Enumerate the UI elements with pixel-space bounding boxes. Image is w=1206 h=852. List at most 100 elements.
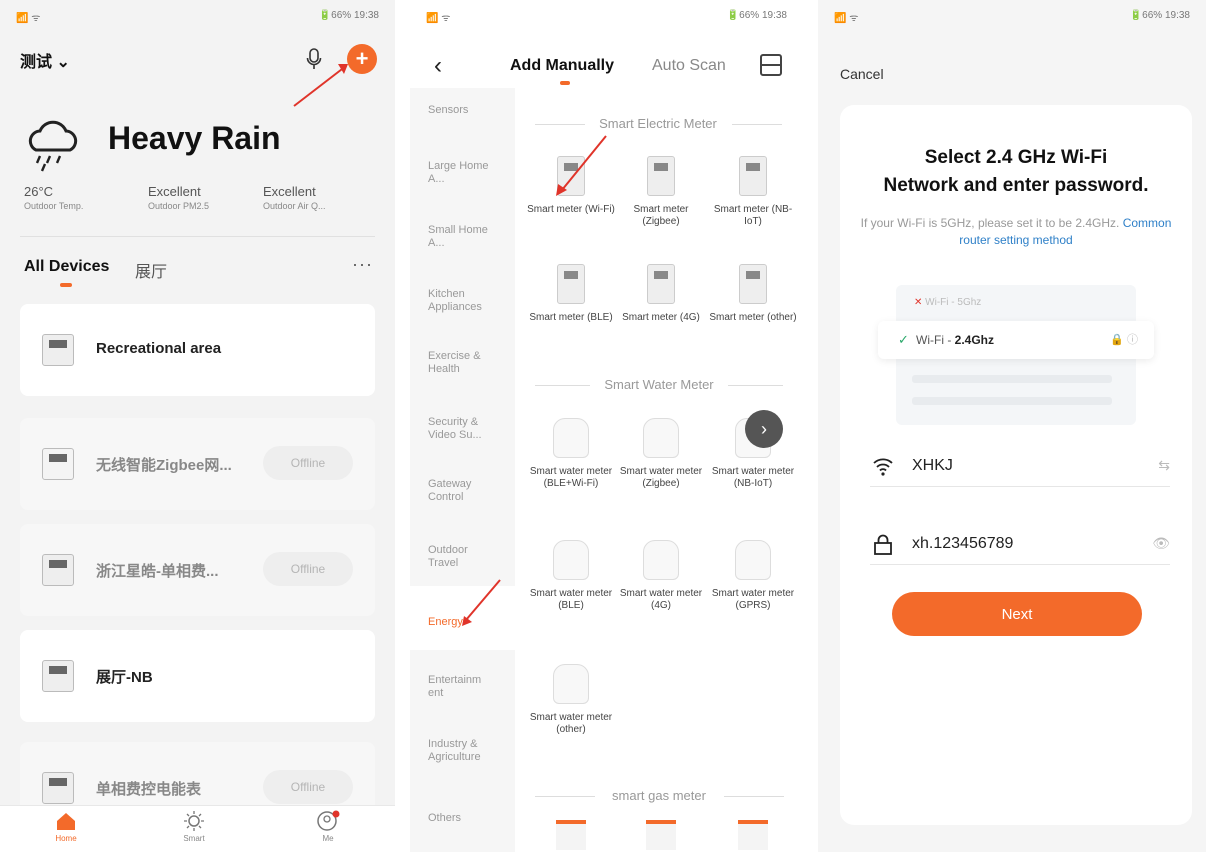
- nav-home[interactable]: Home: [36, 810, 96, 843]
- tab-showroom[interactable]: 展厅: [135, 258, 167, 282]
- product-label: Smart meter (NB-IoT): [713, 204, 793, 227]
- status-right: 🔋66% 19:38: [726, 10, 787, 21]
- home-name: 测试: [20, 54, 53, 71]
- water-meter-icon: [553, 418, 589, 458]
- wifi-password-field[interactable]: xh.123456789 👁: [870, 525, 1170, 565]
- wifi-24g-label: 2.4Ghz: [954, 333, 995, 347]
- offline-badge: Offline: [263, 770, 353, 804]
- next-arrow-button[interactable]: ›: [745, 410, 783, 448]
- nav-label: Me: [322, 834, 334, 843]
- nav-label: Home: [55, 834, 77, 843]
- meter-icon: [739, 264, 767, 304]
- product-item[interactable]: Smart water meter (GPRS): [708, 540, 798, 612]
- title-line-2: Network and enter password.: [883, 175, 1149, 196]
- category-large-home[interactable]: Large Home A...: [428, 160, 498, 186]
- placeholder-bar: [912, 397, 1112, 405]
- bottom-nav: Home Smart Me: [0, 805, 395, 852]
- category-exercise[interactable]: Exercise & Health: [428, 350, 498, 376]
- status-left: 📶 ᯤ: [834, 13, 859, 24]
- switch-network-icon[interactable]: ⇆: [1158, 457, 1170, 474]
- device-card[interactable]: 浙江星皓-单相费... Offline: [20, 524, 375, 616]
- more-options-icon[interactable]: ···: [352, 254, 373, 275]
- status-right: 🔋66% 19:38: [318, 10, 379, 21]
- divider: [535, 796, 595, 797]
- annotation-arrow: [293, 64, 348, 107]
- water-meter-icon: [553, 540, 589, 580]
- ssid-value: XHKJ: [912, 457, 953, 474]
- wifi-panel: Select 2.4 GHz Wi-Fi Network and enter p…: [840, 105, 1192, 825]
- wifi-lock-info-icon: 🔒 ⓘ: [1110, 334, 1138, 346]
- scan-qr-icon[interactable]: [760, 54, 782, 76]
- annotation-arrow: [556, 135, 607, 196]
- tab-indicator: [60, 283, 72, 287]
- product-label: Smart water meter (other): [529, 712, 613, 735]
- water-meter-icon: [735, 540, 771, 580]
- nav-me[interactable]: Me: [298, 810, 358, 843]
- product-item[interactable]: Smart water meter (BLE+Wi-Fi): [526, 418, 616, 490]
- wifi-ssid-field[interactable]: XHKJ ⇆: [870, 447, 1170, 487]
- status-left: 📶 ᯤ: [426, 13, 451, 24]
- home-selector[interactable]: 测试 ⌄: [20, 48, 70, 72]
- category-sidebar: Sensors Large Home A... Small Home A... …: [410, 88, 515, 852]
- next-button[interactable]: Next: [892, 592, 1142, 636]
- product-item[interactable]: [708, 820, 798, 850]
- meter-icon: [42, 554, 74, 586]
- back-chevron-icon[interactable]: ‹: [434, 52, 442, 80]
- water-meter-icon: [643, 418, 679, 458]
- device-name: 浙江星皓-单相费...: [96, 563, 219, 580]
- category-kitchen[interactable]: Kitchen Appliances: [428, 288, 498, 314]
- category-others[interactable]: Others: [428, 812, 498, 825]
- weather-title: Heavy Rain: [108, 120, 281, 156]
- nav-smart[interactable]: Smart: [164, 810, 224, 843]
- product-item[interactable]: [616, 820, 706, 850]
- gas-meter-icon: [646, 820, 676, 850]
- divider: [732, 124, 782, 125]
- add-device-screen: 📶 ᯤ 🔋66% 19:38 ‹ Add Manually Auto Scan …: [410, 0, 803, 852]
- category-security[interactable]: Security & Video Su...: [428, 416, 498, 442]
- device-card[interactable]: 展厅-NB: [20, 630, 375, 722]
- device-card[interactable]: Recreational area: [20, 304, 375, 396]
- category-gateway[interactable]: Gateway Control: [428, 478, 498, 504]
- product-item[interactable]: Smart water meter (Zigbee): [616, 418, 706, 490]
- eye-icon[interactable]: 👁: [1152, 535, 1170, 552]
- wifi-5g-option: ✕ Wi-Fi - 5Ghz: [914, 297, 982, 308]
- weather-stat-pm25: Excellent Outdoor PM2.5: [148, 184, 209, 211]
- gas-meter-icon: [556, 820, 586, 850]
- section-gas-meter: smart gas meter: [612, 788, 706, 803]
- home-icon: [57, 813, 75, 830]
- password-value: xh.123456789: [912, 535, 1014, 552]
- product-item[interactable]: Smart meter (other): [708, 264, 798, 324]
- category-entertainment[interactable]: Entertainm ent: [428, 674, 498, 700]
- status-left: 📶 ᯤ: [16, 13, 41, 24]
- product-item[interactable]: Smart meter (BLE): [526, 264, 616, 324]
- category-sensors[interactable]: Sensors: [428, 104, 498, 117]
- product-item[interactable]: Smart water meter (4G): [616, 540, 706, 612]
- category-small-home[interactable]: Small Home A...: [428, 224, 498, 250]
- tab-indicator: [560, 81, 570, 85]
- product-item[interactable]: [526, 820, 616, 850]
- product-label: Smart water meter (BLE+Wi-Fi): [529, 466, 613, 489]
- tab-add-manually[interactable]: Add Manually: [510, 57, 614, 75]
- product-item[interactable]: Smart meter (4G): [616, 264, 706, 324]
- stat-value: Excellent: [148, 184, 201, 199]
- status-bar: 📶 ᯤ 🔋66% 19:38: [410, 10, 803, 26]
- tab-all-devices[interactable]: All Devices: [24, 258, 109, 276]
- device-name: 单相费控电能表: [96, 781, 202, 798]
- product-label: Smart meter (BLE): [529, 312, 613, 323]
- product-item[interactable]: Smart meter (Zigbee): [616, 156, 706, 228]
- weather-stat-airq: Excellent Outdoor Air Q...: [263, 184, 326, 211]
- product-item[interactable]: Smart water meter (BLE): [526, 540, 616, 612]
- category-industry[interactable]: Industry & Agriculture: [428, 738, 498, 764]
- product-label: Smart water meter (Zigbee): [619, 466, 703, 489]
- category-outdoor[interactable]: Outdoor Travel: [428, 544, 498, 570]
- wifi-illustration: ✕ Wi-Fi - 5Ghz ✓ Wi-Fi - 2.4Ghz 🔒 ⓘ: [878, 285, 1154, 425]
- device-card[interactable]: 无线智能Zigbee网... Offline: [20, 418, 375, 510]
- meter-icon: [42, 660, 74, 692]
- product-item[interactable]: Smart water meter (other): [526, 664, 616, 736]
- tab-auto-scan[interactable]: Auto Scan: [652, 57, 726, 75]
- placeholder-bar: [912, 375, 1112, 383]
- product-label: Smart water meter (4G): [619, 588, 703, 611]
- cancel-button[interactable]: Cancel: [840, 66, 884, 82]
- wifi-5g-label: Wi-Fi - 5Ghz: [925, 297, 982, 308]
- product-item[interactable]: Smart meter (NB-IoT): [708, 156, 798, 228]
